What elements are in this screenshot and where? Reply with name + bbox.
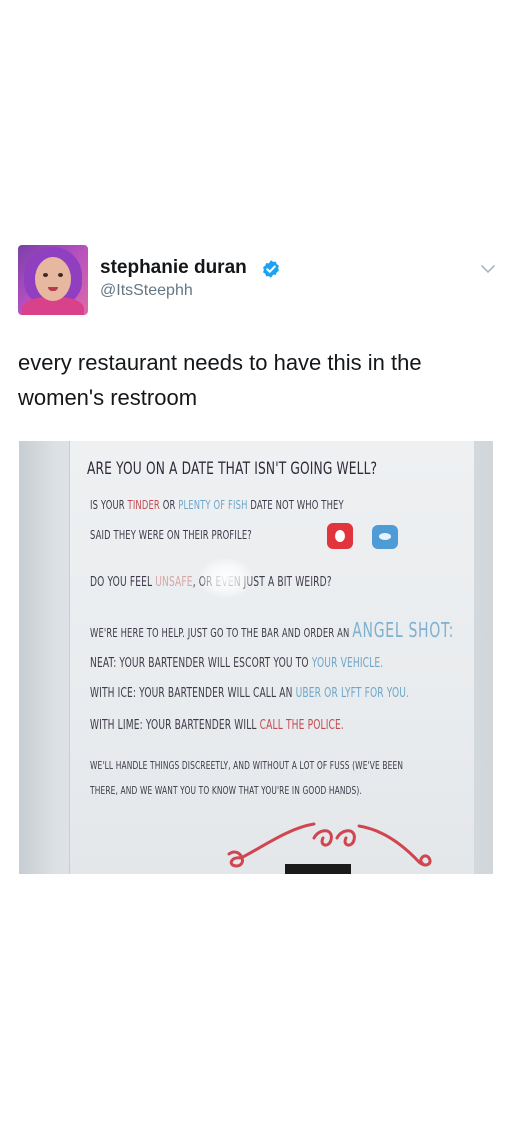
- sign-line-profile: SAID THEY WERE ON THEIR PROFILE?: [90, 528, 252, 542]
- avatar[interactable]: [18, 245, 88, 315]
- verified-badge-icon: [263, 260, 279, 278]
- angel-shot-sign: ARE YOU ON A DATE THAT ISN'T GOING WELL?…: [69, 441, 474, 874]
- pof-text: PLENTY OF FISH: [178, 498, 248, 512]
- chevron-down-icon[interactable]: [478, 259, 498, 279]
- dark-frame-edge: [285, 864, 351, 874]
- tweet-text: every restaurant needs to have this in t…: [18, 350, 422, 410]
- sign-line-ice: WITH ICE: YOUR BARTENDER WILL CALL AN UB…: [90, 686, 410, 701]
- display-name[interactable]: stephanie duran: [100, 257, 247, 279]
- sign-heading: ARE YOU ON A DATE THAT ISN'T GOING WELL?: [87, 459, 378, 479]
- angel-shot-text: ANGEL SHOT:: [352, 618, 455, 642]
- handle[interactable]: @ItsSteephh: [100, 282, 193, 300]
- plenty-of-fish-app-icon: [372, 525, 398, 549]
- light-glare: [199, 558, 253, 598]
- sign-line-dating-apps: IS YOUR TINDER OR PLENTY OF FISH DATE NO…: [90, 498, 344, 512]
- tweet-header: stephanie duran @ItsSteephh: [18, 245, 498, 319]
- sign-line-neat: NEAT: YOUR BARTENDER WILL ESCORT YOU TO …: [90, 656, 384, 671]
- sign-line-help: WE'RE HERE TO HELP. JUST GO TO THE BAR A…: [90, 618, 455, 642]
- sign-line-lime: WITH LIME: YOUR BARTENDER WILL CALL THE …: [90, 718, 344, 733]
- sign-closing-1: WE'LL HANDLE THINGS DISCREETLY, AND WITH…: [90, 759, 404, 772]
- sign-closing-2: THERE, AND WE WANT YOU TO KNOW THAT YOU'…: [90, 784, 362, 797]
- tweet-photo[interactable]: ARE YOU ON A DATE THAT ISN'T GOING WELL?…: [19, 441, 493, 874]
- unsafe-text: UNSAFE: [155, 575, 193, 590]
- tinder-text: TINDER: [127, 498, 160, 512]
- tinder-app-icon: [327, 523, 353, 549]
